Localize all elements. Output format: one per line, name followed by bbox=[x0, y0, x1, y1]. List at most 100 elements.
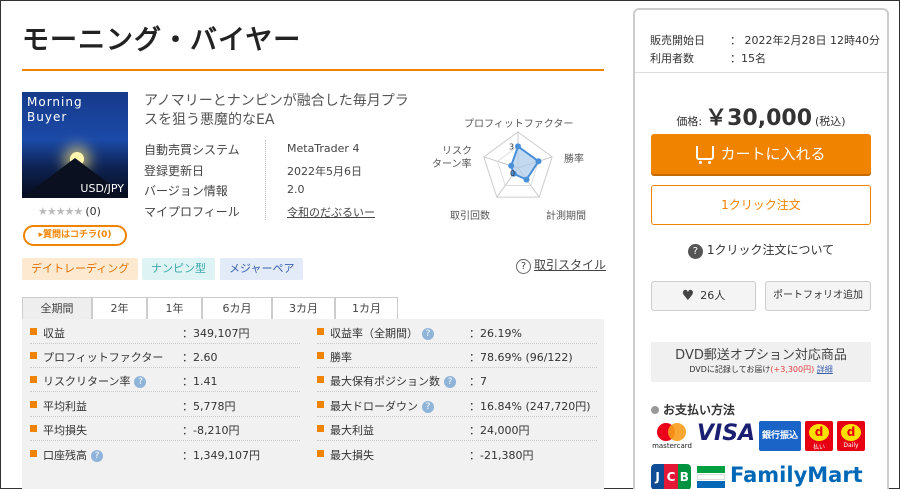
product-cover-image[interactable]: Morning Buyer USD/JPY bbox=[22, 92, 128, 198]
familymart-logo: FamilyMart bbox=[730, 463, 863, 487]
bullet-square-icon bbox=[30, 450, 37, 457]
stat-label: リスクリターン率? bbox=[43, 373, 147, 389]
ask-question-button[interactable]: ▸質問はコチラ(0) bbox=[23, 225, 127, 246]
spec-value-version: 2.0 bbox=[287, 183, 305, 196]
help-circle-icon: ? bbox=[687, 244, 703, 259]
dvd-sub-text: DVDに記録してお届け bbox=[689, 365, 771, 374]
purchase-panel: 販売開始日 ： 2022年2月28日 12時40分 利用者数 ：15名 価格: ￥… bbox=[633, 8, 889, 489]
bullet-square-icon bbox=[317, 376, 324, 383]
spec-label-system: 自動売買システム bbox=[144, 143, 240, 157]
tab-6-months[interactable]: 6カ月 bbox=[202, 297, 272, 319]
sale-start-label: 販売開始日 bbox=[650, 34, 705, 47]
favorite-button[interactable]: ♥ 26人 bbox=[651, 281, 756, 311]
dvd-detail-link[interactable]: 詳細 bbox=[817, 365, 833, 374]
tag-major-pair[interactable]: メジャーペア bbox=[220, 258, 304, 280]
spec-value-updated: 2022年5月6日 bbox=[287, 165, 362, 178]
cover-title-line1: Morning bbox=[27, 95, 83, 109]
cart-button-label: カートに入れる bbox=[720, 145, 826, 163]
product-headline: アノマリーとナンピンが融合した毎月プラスを狙う悪魔的なEA bbox=[144, 93, 409, 128]
spec-label-updated: 登録更新日 bbox=[144, 164, 205, 178]
row-divider bbox=[30, 416, 300, 417]
profile-link[interactable]: 令和のだぶるいー bbox=[287, 204, 375, 220]
spec-divider bbox=[265, 140, 266, 220]
stat-row: 収益 ：349,107円 bbox=[30, 323, 300, 343]
stat-value: ：7 bbox=[469, 375, 487, 388]
help-icon[interactable]: ? bbox=[422, 328, 434, 340]
help-icon[interactable]: ? bbox=[134, 376, 147, 388]
spec-label-profile: マイプロフィール bbox=[144, 205, 240, 219]
row-divider bbox=[30, 343, 300, 344]
stat-row: 平均損失 ：-8,210円 bbox=[30, 420, 300, 440]
help-icon[interactable]: ? bbox=[422, 401, 434, 413]
tab-all-period[interactable]: 全期間 bbox=[22, 297, 92, 319]
star-icons: ★★★★★ bbox=[38, 205, 83, 218]
radar-point-winrate bbox=[535, 158, 542, 165]
heart-icon: ♥ bbox=[681, 288, 695, 304]
favorite-count: 26人 bbox=[700, 289, 726, 302]
row-divider bbox=[30, 367, 300, 368]
help-icon[interactable]: ? bbox=[91, 450, 103, 462]
cover-title-line2: Buyer bbox=[27, 110, 68, 124]
row-divider bbox=[30, 440, 300, 441]
tab-2-years[interactable]: 2年 bbox=[92, 297, 147, 319]
stat-value: ：349,107円 bbox=[182, 327, 250, 340]
stat-label: 収益率（全期間）? bbox=[330, 325, 434, 341]
price-block: 価格: ￥30,000 (税込) bbox=[635, 100, 887, 132]
fm-white-stripe bbox=[697, 474, 725, 480]
stat-label-text: 口座残高 bbox=[43, 449, 87, 462]
bullet-square-icon bbox=[30, 376, 37, 383]
radar-chart: 3 0 プロフィットファクター 勝率 計測期間 取引回数 リスク ターン率 bbox=[420, 110, 600, 222]
dvd-option-subtitle: DVDに記録してお届け(+3,300円) 詳細 bbox=[651, 364, 871, 375]
stat-label-text: リスクリターン率 bbox=[43, 375, 131, 388]
bank-transfer-logo: 銀行振込 bbox=[759, 421, 801, 451]
row-divider bbox=[317, 343, 597, 344]
stat-row: 最大保有ポジション数? ：7 bbox=[317, 371, 597, 391]
payment-methods-title: お支払い方法 bbox=[651, 401, 735, 418]
bullet-square-icon bbox=[317, 401, 324, 408]
mastercard-logo: mastercard bbox=[651, 421, 693, 451]
row-divider bbox=[317, 391, 597, 392]
stat-row: 勝率 ：78.69% (96/122) bbox=[317, 347, 597, 367]
one-click-order-button[interactable]: 1クリック注文 bbox=[651, 185, 871, 225]
jcb-c: C bbox=[664, 464, 678, 489]
rating-count: (0) bbox=[85, 205, 101, 218]
tag-nanpin[interactable]: ナンピン型 bbox=[142, 258, 215, 280]
stat-label: 最大損失 bbox=[330, 449, 374, 462]
stat-value: ：16.84% (247,720円) bbox=[469, 400, 591, 413]
visa-logo: VISA bbox=[697, 421, 756, 446]
help-circle-icon: ? bbox=[516, 259, 531, 274]
trade-style-link[interactable]: ? 取引スタイル bbox=[516, 256, 606, 274]
title-divider bbox=[22, 69, 604, 71]
one-click-about-link[interactable]: ? 1クリック注文について bbox=[635, 241, 887, 259]
spec-value-system: MetaTrader 4 bbox=[287, 142, 360, 155]
price-label: 価格: bbox=[676, 115, 703, 128]
d-barai-logo: d 払い bbox=[805, 421, 833, 451]
jcb-b: B bbox=[677, 464, 691, 489]
row-divider bbox=[317, 440, 597, 441]
sale-start-value: ： 2022年2月28日 12時40分 bbox=[730, 34, 880, 47]
stat-row: 最大利益 ：24,000円 bbox=[317, 420, 597, 440]
trade-style-label: 取引スタイル bbox=[534, 258, 607, 272]
tab-1-year[interactable]: 1年 bbox=[147, 297, 202, 319]
bullet-square-icon bbox=[30, 352, 37, 359]
fm-green-stripe bbox=[697, 466, 725, 473]
radar-label-trades: 取引回数 bbox=[450, 211, 490, 222]
stat-row: 口座残高? ：1,349,107円 bbox=[30, 445, 300, 465]
familymart-stripes-icon bbox=[697, 466, 725, 488]
stat-row: プロフィットファクター ：2.60 bbox=[30, 347, 300, 367]
tab-1-month[interactable]: 1カ月 bbox=[335, 297, 398, 319]
bullet-square-icon bbox=[317, 328, 324, 335]
bullet-square-icon bbox=[30, 425, 37, 432]
tag-daytrading[interactable]: デイトレーディング bbox=[22, 258, 139, 280]
price-value: ￥30,000 bbox=[705, 106, 813, 131]
add-to-cart-button[interactable]: カートに入れる bbox=[651, 134, 871, 174]
one-click-about-label: 1クリック注文について bbox=[706, 243, 835, 257]
radar-label-risk-2: ターン率 bbox=[432, 159, 472, 170]
radar-tick-top: 3 bbox=[509, 142, 514, 151]
tab-3-months[interactable]: 3カ月 bbox=[272, 297, 335, 319]
dvd-option-box: DVD郵送オプション対応商品 DVDに記録してお届け(+3,300円) 詳細 bbox=[651, 342, 871, 382]
fm-blue-stripe bbox=[697, 481, 725, 488]
help-icon[interactable]: ? bbox=[444, 376, 456, 388]
add-portfolio-button[interactable]: ポートフォリオ追加 bbox=[765, 281, 871, 311]
d-barai-text: 払い bbox=[812, 444, 825, 451]
